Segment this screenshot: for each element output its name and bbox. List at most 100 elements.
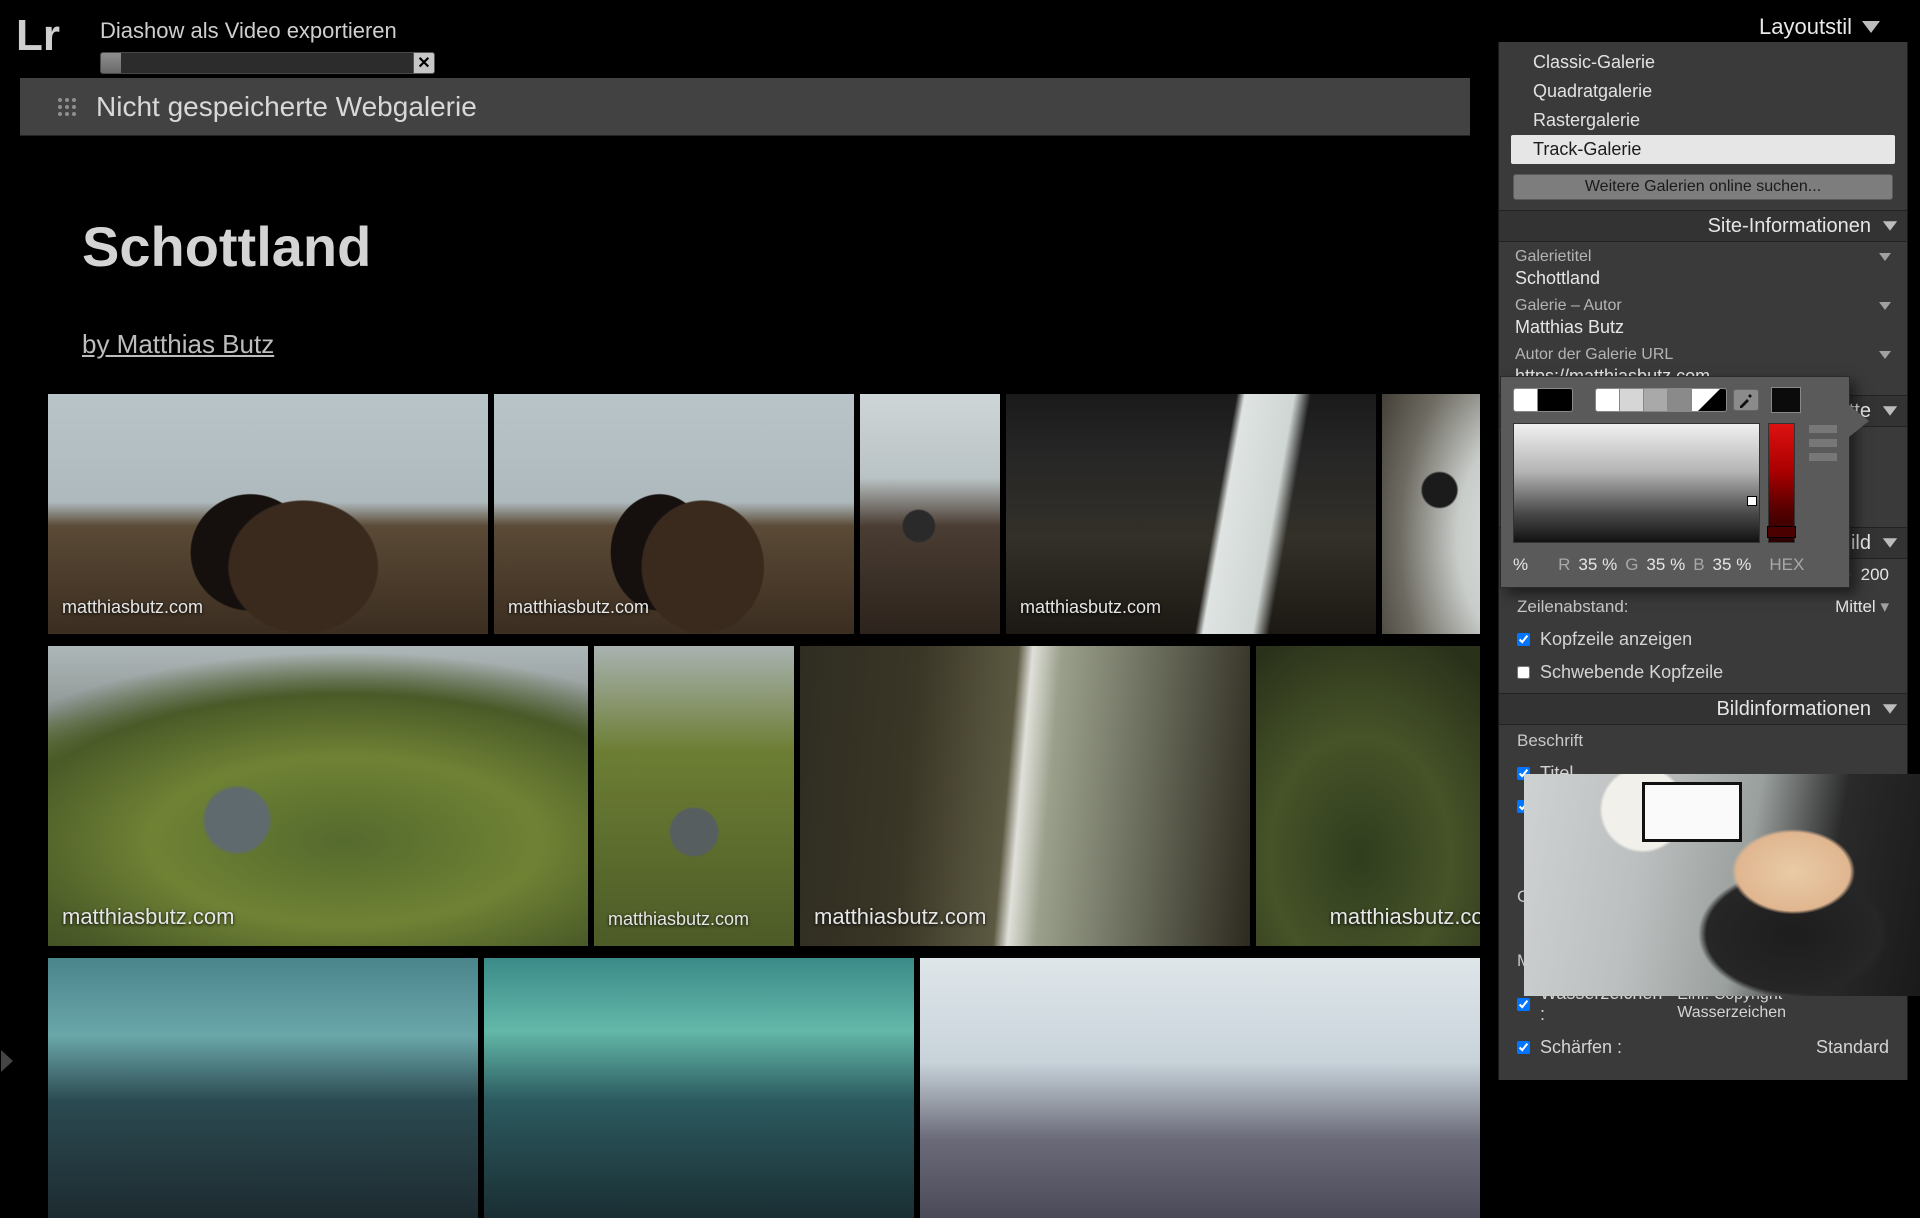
eyedropper-icon[interactable] (1733, 389, 1759, 411)
checkbox-kopfzeile-anzeigen[interactable]: Kopfzeile anzeigen (1517, 629, 1889, 650)
watermark-text: matthiasbutz.com (62, 904, 234, 930)
slider-value: 200 (1861, 565, 1889, 585)
chevron-down-icon (1862, 21, 1880, 33)
checkbox-input[interactable] (1517, 666, 1530, 679)
chevron-down-icon (1883, 704, 1897, 714)
thumb-row-2: matthiasbutz.com matthiasbutz.com matthi… (40, 646, 1480, 946)
swatch-black[interactable] (1538, 389, 1572, 411)
row-zeilenabstand: Zeilenabstand: Mittel ▾ (1517, 597, 1889, 617)
export-progress-fill (101, 53, 121, 73)
layoutstil-item-track[interactable]: Track-Galerie (1511, 135, 1895, 164)
watermark-text: matthiasbutz.com (508, 597, 649, 618)
filmstrip-toggle-icon[interactable] (0, 1048, 20, 1074)
row-label: Beschrift (1517, 731, 1583, 751)
thumbnail[interactable] (484, 958, 914, 1218)
chevron-down-icon[interactable] (1879, 302, 1891, 310)
channel-b-value[interactable]: 35 % (1713, 555, 1752, 575)
gradient-cursor-icon[interactable] (1747, 496, 1757, 506)
galerie-autor-value[interactable]: Matthias Butz (1515, 317, 1891, 338)
checkbox-label: Schwebende Kopfzeile (1540, 662, 1723, 683)
chevron-down-icon (1883, 221, 1897, 231)
gallery-author-line[interactable]: by Matthias Butz (82, 329, 1450, 360)
field-label-text: Autor der Galerie URL (1515, 346, 1673, 364)
zeilenabstand-value[interactable]: Mittel ▾ (1835, 597, 1889, 617)
thumbnail[interactable]: matthiasbutz.com (1006, 394, 1376, 634)
saturation-lightness-box[interactable] (1513, 423, 1760, 543)
field-galerietitel: Galerietitel Schottland (1515, 248, 1891, 289)
channel-g-value[interactable]: 35 % (1646, 555, 1685, 575)
swatch[interactable] (1644, 389, 1668, 411)
checkbox-input[interactable] (1517, 1041, 1530, 1054)
checkbox-input[interactable] (1517, 633, 1530, 646)
thumb-row-1: matthiasbutz.com matthiasbutz.com matthi… (40, 394, 1480, 634)
export-cancel-button[interactable]: ✕ (413, 52, 435, 74)
channel-r-label: R (1558, 555, 1570, 575)
checkbox-input[interactable] (1517, 998, 1530, 1011)
app-logo: Lr (14, 8, 84, 64)
thumbnail[interactable]: matthiasbutz.com (1256, 646, 1480, 946)
swatch-split[interactable] (1692, 389, 1726, 411)
watermark-text: matthiasbutz.com (1020, 597, 1161, 618)
schaerfen-value[interactable]: Standard (1816, 1037, 1889, 1058)
section-head-site-info[interactable]: Site-Informationen (1499, 210, 1907, 242)
find-galleries-online-button[interactable]: Weitere Galerien online suchen... (1513, 174, 1893, 200)
swatch[interactable] (1620, 389, 1644, 411)
field-label-text: Galerietitel (1515, 248, 1591, 266)
thumbnail[interactable] (920, 958, 1480, 1218)
current-color-swatch[interactable] (1771, 387, 1801, 413)
drag-grip-icon[interactable] (56, 96, 78, 118)
gallery-title: Schottland (82, 214, 1450, 279)
row-beschrift: Beschrift (1517, 731, 1889, 751)
readout-leading-pct: % (1513, 555, 1528, 575)
color-swatch-row (1513, 387, 1837, 413)
row-label: Zeilenabstand: (1517, 597, 1629, 617)
popover-callout-icon (1849, 405, 1869, 437)
export-progress-bar: ✕ (100, 52, 435, 74)
web-gallery-preview: Schottland by Matthias Butz matthiasbutz… (40, 156, 1450, 1080)
layoutstil-panel-title-text: Layoutstil (1759, 14, 1852, 40)
layoutstil-item-raster[interactable]: Rastergalerie (1511, 106, 1895, 135)
thumbnail[interactable] (1382, 394, 1480, 634)
chevron-down-icon (1883, 538, 1897, 548)
checkbox-label: Schärfen : (1540, 1037, 1622, 1058)
layoutstil-list: Classic-Galerie Quadratgalerie Rastergal… (1511, 48, 1895, 164)
main-column: Nicht gespeicherte Webgalerie Schottland… (20, 78, 1470, 1080)
watermark-text: matthiasbutz.com (62, 597, 203, 618)
row-schaerfen[interactable]: Schärfen : Standard (1517, 1037, 1889, 1058)
layoutstil-item-quadrat[interactable]: Quadratgalerie (1511, 77, 1895, 106)
picker-menu-icon[interactable] (1809, 425, 1837, 543)
layoutstil-panel-label[interactable]: Layoutstil (1759, 14, 1880, 40)
chevron-down-icon[interactable] (1879, 351, 1891, 359)
checkbox-schwebende-kopfzeile[interactable]: Schwebende Kopfzeile (1517, 662, 1889, 683)
chevron-down-icon (1883, 406, 1897, 416)
field-galerie-autor: Galerie – Autor Matthias Butz (1515, 297, 1891, 338)
thumbnail[interactable]: matthiasbutz.com (800, 646, 1250, 946)
thumbnail[interactable]: matthiasbutz.com (48, 646, 588, 946)
gallery-subheader-title: Nicht gespeicherte Webgalerie (96, 91, 477, 123)
color-gradient-area (1513, 423, 1837, 543)
chevron-down-icon[interactable] (1879, 253, 1891, 261)
section-head-bildinformationen[interactable]: Bildinformationen (1499, 693, 1907, 725)
thumbnail[interactable]: matthiasbutz.com (494, 394, 854, 634)
svg-text:Lr: Lr (16, 11, 60, 60)
galerietitel-value[interactable]: Schottland (1515, 268, 1891, 289)
swatch-white[interactable] (1514, 389, 1538, 411)
hue-thumb-icon[interactable] (1767, 526, 1796, 538)
channel-r-value[interactable]: 35 % (1578, 555, 1617, 575)
hue-slider[interactable] (1768, 423, 1795, 543)
swatch-group-grays (1595, 388, 1727, 412)
gallery-subheader: Nicht gespeicherte Webgalerie (20, 78, 1470, 136)
channel-hex-label: HEX (1769, 555, 1804, 575)
field-label-text: Galerie – Autor (1515, 297, 1622, 315)
thumbnail[interactable]: matthiasbutz.com (594, 646, 794, 946)
color-picker-popover[interactable]: % R 35 % G 35 % B 35 % HEX (1500, 376, 1850, 588)
layoutstil-item-classic[interactable]: Classic-Galerie (1511, 48, 1895, 77)
thumbnail[interactable] (860, 394, 1000, 634)
channel-b-label: B (1693, 555, 1704, 575)
thumbnail[interactable] (48, 958, 478, 1218)
watermark-text: matthiasbutz.com (814, 904, 986, 930)
swatch[interactable] (1668, 389, 1692, 411)
thumbnail[interactable]: matthiasbutz.com (48, 394, 488, 634)
color-readout-row: % R 35 % G 35 % B 35 % HEX (1513, 555, 1837, 575)
swatch[interactable] (1596, 389, 1620, 411)
